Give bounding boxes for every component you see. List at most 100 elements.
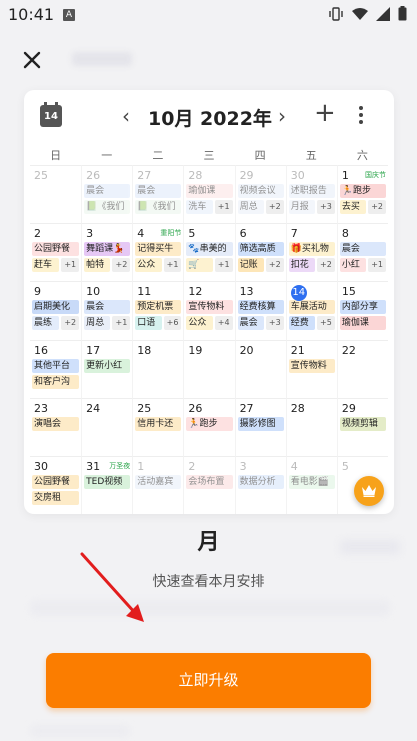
event-chip: 口语 <box>135 316 162 331</box>
event-chip: 晨会 <box>237 316 264 331</box>
signal-icon <box>376 6 390 21</box>
event-chip: 筛选高质 <box>237 242 284 257</box>
background-blur <box>30 725 130 737</box>
day-cell[interactable]: 14 车展活动 经费 +5 <box>285 281 337 340</box>
day-cell[interactable]: 20 <box>234 339 286 398</box>
day-number: 29 <box>341 401 356 415</box>
event-chip: 车展活动 <box>288 300 335 315</box>
day-cell[interactable]: 8 晨会 小红 +1 <box>336 223 388 282</box>
wifi-icon <box>352 7 368 20</box>
day-cell[interactable]: 1 活动嘉宾 <box>132 455 184 514</box>
day-number: 24 <box>86 401 101 415</box>
day-cell[interactable]: 29 视频会议 周总 +2 <box>234 165 286 224</box>
event-chip: TED视频 <box>84 474 131 489</box>
day-cell[interactable]: 31 万圣夜 TED视频 <box>81 455 133 514</box>
event-chip: 记得买牛 <box>135 242 182 257</box>
status-bar: 10:41 A <box>0 0 417 30</box>
day-number: 13 <box>239 285 254 299</box>
day-number: 25 <box>34 169 48 182</box>
status-icons <box>328 6 407 21</box>
event-chip: 周总 <box>84 316 111 331</box>
day-cell[interactable]: 22 <box>336 339 388 398</box>
event-chip: 赶车 <box>32 258 60 273</box>
next-month-button[interactable]: › <box>278 104 286 128</box>
more-options-icon[interactable] <box>358 106 364 126</box>
event-row: 公众 +1 <box>135 258 182 274</box>
event-row: 周总 +1 <box>84 316 131 332</box>
day-number: 10 <box>86 285 101 299</box>
day-number: 18 <box>137 343 152 357</box>
event-chip: 瑜伽课 <box>186 184 233 198</box>
day-number: 1 <box>137 459 145 473</box>
event-chip: 公园野餐 <box>32 242 80 257</box>
more-events-count: +5 <box>317 316 335 331</box>
day-cell[interactable]: 28 <box>285 397 337 456</box>
day-cell[interactable]: 2 会场布置 <box>183 455 235 514</box>
day-cell[interactable]: 3 舞蹈课💃 帕特 +2 <box>81 223 133 282</box>
event-chip: 去买 <box>339 200 367 214</box>
day-cell[interactable]: 19 <box>183 339 235 398</box>
day-cell[interactable]: 27 摄影修图 <box>234 397 286 456</box>
day-cell[interactable]: 12 宣传物料 公众 +4 <box>183 281 235 340</box>
day-cell[interactable]: 1 国庆节 🏃跑步 去买 +2 <box>336 165 388 224</box>
day-cell[interactable]: 25 信用卡还 <box>132 397 184 456</box>
day-cell[interactable]: 10 晨会 周总 +1 <box>81 281 133 340</box>
more-events-count: +2 <box>368 200 386 214</box>
day-cell[interactable]: 5 🐾串美的 🛒 +1 <box>183 223 235 282</box>
day-cell[interactable]: 24 <box>81 397 133 456</box>
event-chip: 宣传物料 <box>288 358 335 373</box>
close-button[interactable] <box>18 46 46 74</box>
day-cell[interactable]: 13 经费核算 晨会 +3 <box>234 281 286 340</box>
more-events-count: +1 <box>112 316 131 331</box>
event-chip: 洗车 <box>186 200 213 214</box>
a-notification-icon: A <box>63 9 75 21</box>
day-number: 25 <box>137 401 152 415</box>
day-cell[interactable]: 28 瑜伽课洗车 +1 <box>183 165 235 224</box>
day-cell[interactable]: 23 演唱会 <box>30 397 82 456</box>
crown-badge[interactable] <box>354 476 384 506</box>
holiday-label: 国庆节 <box>364 171 386 179</box>
upgrade-now-button[interactable]: 立即升级 <box>46 653 371 708</box>
add-event-button[interactable]: + <box>314 100 336 126</box>
day-cell[interactable]: 4 看电影🎬 <box>285 455 337 514</box>
day-cell[interactable]: 6 筛选高质 记账 +2 <box>234 223 286 282</box>
event-chip: 记账 <box>237 258 264 273</box>
day-cell[interactable]: 30 述职报告 月报 +3 <box>285 165 337 224</box>
day-cell[interactable]: 26 🏃跑步 <box>183 397 235 456</box>
day-number: 8 <box>341 227 349 241</box>
more-events-count: +4 <box>214 316 233 331</box>
event-chip: 摄影修图 <box>237 416 284 431</box>
day-cell[interactable]: 26 晨会 📗《我们 <box>81 165 133 224</box>
day-number: 19 <box>188 343 203 357</box>
event-chip: 瑜伽课 <box>339 316 386 331</box>
day-cell[interactable]: 17 更新小红 <box>81 339 133 398</box>
day-cell[interactable]: 4 重阳节 记得买牛 公众 +1 <box>132 223 184 282</box>
event-row: 洗车 +1 <box>186 200 233 216</box>
day-cell[interactable]: 2 公园野餐 赶车 +1 <box>30 223 82 281</box>
event-chip: 小红 <box>339 258 367 273</box>
day-number: 3 <box>239 459 247 473</box>
day-cell[interactable]: 30 公园野餐 交房租 <box>30 455 82 514</box>
day-cell[interactable]: 29 视频剪辑 <box>336 397 388 456</box>
more-events-count: +2 <box>317 258 335 273</box>
prev-month-button[interactable]: ‹ <box>122 104 130 128</box>
day-cell[interactable]: 21 宣传物料 <box>285 339 337 398</box>
calendar-header: 14 ‹ 10月 2022年 › + <box>24 90 394 142</box>
day-cell[interactable]: 25 <box>30 165 82 223</box>
day-cell[interactable]: 15 内部分享 瑜伽课 <box>336 281 388 340</box>
day-cell[interactable]: 18 <box>132 339 184 398</box>
event-chip: 晨会 <box>339 242 386 257</box>
day-cell[interactable]: 16 其他平台 和客户沟 <box>30 339 82 398</box>
day-number: 28 <box>188 169 203 182</box>
calendar-icon[interactable]: 14 <box>40 102 62 127</box>
day-cell[interactable]: 7 🎁买礼物 扣花 +2 <box>285 223 337 282</box>
more-events-count: +1 <box>61 258 80 273</box>
event-chip: 信用卡还 <box>135 416 182 431</box>
day-cell[interactable]: 27 晨会 📗《我们 <box>132 165 184 224</box>
day-cell[interactable]: 9 启期美化 晨练 +2 <box>30 281 82 339</box>
event-chip: 公园野餐 <box>32 474 80 489</box>
day-number: 5 <box>188 227 196 241</box>
more-events-count: +1 <box>368 258 386 273</box>
day-cell[interactable]: 11 预定机票 口语 +6 <box>132 281 184 340</box>
day-cell[interactable]: 3 数据分析 <box>234 455 286 514</box>
